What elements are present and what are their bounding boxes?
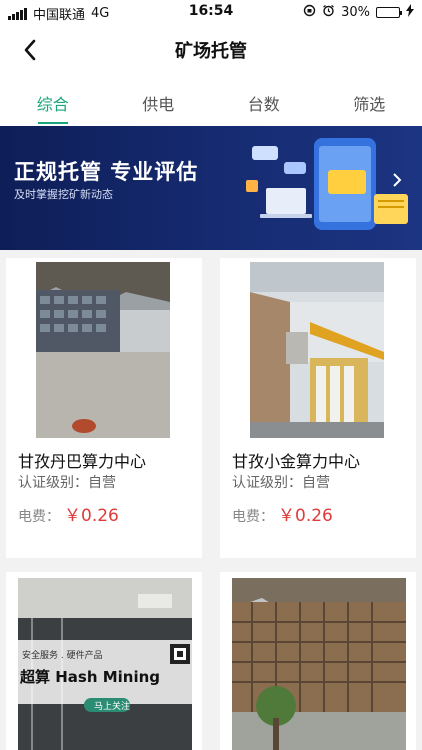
promo-banner[interactable]: 正规托管 专业评估 及时掌握挖矿新动态 (0, 126, 422, 250)
banner-subtitle: 及时掌握挖矿新动态 (14, 188, 113, 201)
certification-level: 认证级别：自营 (18, 475, 116, 491)
battery-icon (376, 7, 402, 18)
ad-brand: 超算 Hash Mining (20, 668, 161, 686)
nav-bar: 矿场托管 (0, 24, 422, 76)
rotation-lock-icon (303, 4, 316, 21)
electricity-fee: 电费： ￥0.26 (18, 501, 119, 526)
alarm-icon (322, 4, 335, 21)
fee-price: ￥0.26 (64, 506, 119, 526)
tab-overall[interactable]: 综合 (0, 76, 106, 126)
mine-card[interactable]: 甘孜小金算力中心 认证级别：自营 电费： ￥0.26 (220, 258, 416, 558)
filter-tabs: 综合 供电 台数 筛选 (0, 76, 422, 126)
certification-level: 认证级别：自营 (232, 475, 330, 491)
tab-units[interactable]: 台数 (211, 76, 317, 126)
page-title: 矿场托管 (175, 41, 247, 62)
mine-card[interactable]: 安全服务 . 硬件产品 超算 Hash Mining 马上关注 (6, 572, 202, 750)
tab-filter[interactable]: 筛选 (317, 76, 422, 126)
electricity-fee: 电费： ￥0.26 (232, 501, 333, 526)
mine-photo (232, 578, 406, 750)
mine-name: 甘孜小金算力中心 (232, 452, 361, 471)
ad-follow-button[interactable]: 马上关注 (94, 699, 130, 712)
status-bar: 中国联通 4G 16:54 30% (0, 0, 422, 24)
fee-label: 电费： (232, 509, 274, 525)
battery-percent: 30% (341, 5, 370, 20)
mine-card[interactable] (220, 572, 416, 750)
mine-photo (250, 262, 384, 438)
mine-photo (36, 262, 170, 438)
ad-tagline: 安全服务 . 硬件产品 (22, 651, 103, 661)
banner-illustration (246, 138, 408, 230)
tab-power[interactable]: 供电 (106, 76, 212, 126)
fee-label: 电费： (18, 509, 60, 525)
fee-price: ￥0.26 (278, 506, 333, 526)
charging-icon (406, 4, 414, 21)
hash-mining-ad: 安全服务 . 硬件产品 超算 Hash Mining 马上关注 (18, 578, 192, 750)
banner-title: 正规托管 专业评估 (14, 160, 199, 184)
mine-name: 甘孜丹巴算力中心 (18, 452, 147, 471)
mine-card[interactable]: 甘孜丹巴算力中心 认证级别：自营 电费： ￥0.26 (6, 258, 202, 558)
